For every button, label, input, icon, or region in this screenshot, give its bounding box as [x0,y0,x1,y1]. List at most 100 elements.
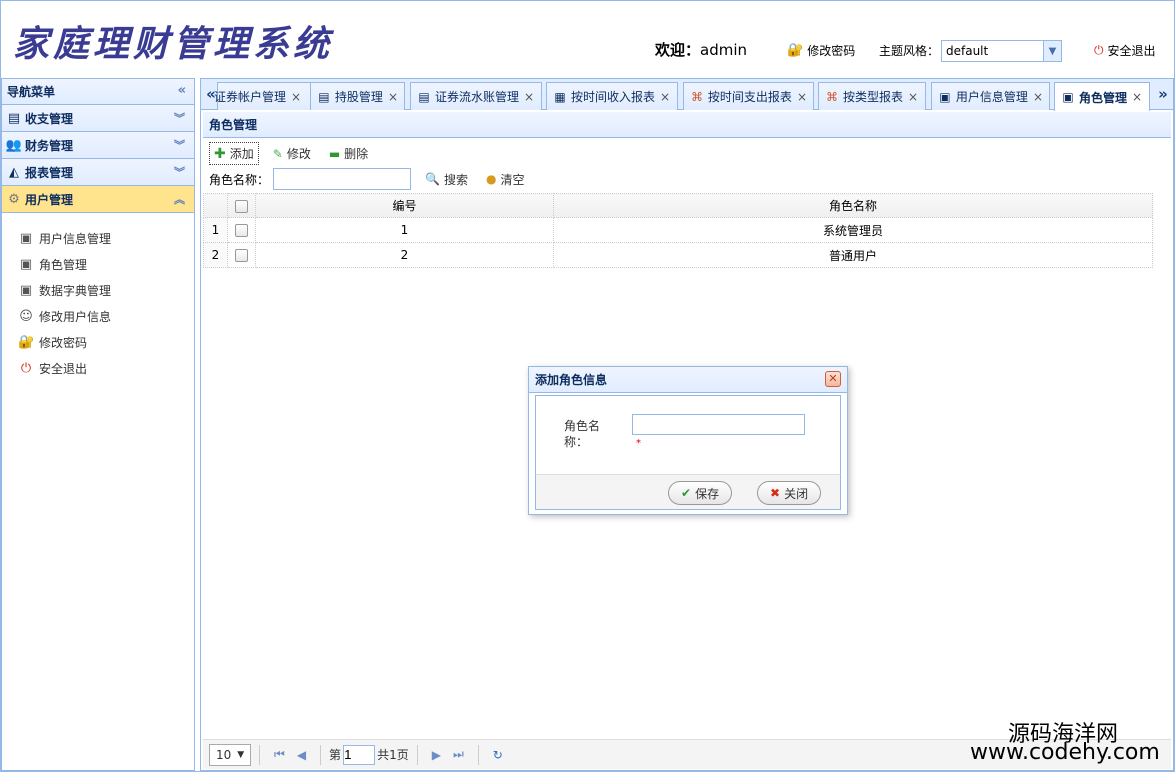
expand-icon[interactable]: ︾ [174,164,185,180]
close-icon[interactable]: × [1033,90,1043,104]
separator [477,744,479,765]
refresh-icon[interactable]: ↻ [493,748,503,762]
tab-user-info[interactable]: ▣ 用户信息管理 × [931,82,1050,110]
header: 家庭理财管理系统 欢迎：admin 🔐 修改密码 主题风格： default ▼… [1,1,1174,77]
watermark-line2: www.codehy.com [970,740,1160,765]
close-icon[interactable]: × [524,90,534,104]
change-password-link[interactable]: 🔐 修改密码 [787,42,855,59]
role-name-search-input[interactable] [273,168,412,190]
cell-role-name: 系统管理员 [553,217,1153,243]
tab-holdings[interactable]: ▤ 持股管理 × [310,82,405,110]
hierarchy-icon: ⌘ [690,89,703,104]
sidebar-item-label: 用户信息管理 [39,231,112,246]
data-grid: 编号 角色名称 1 1 系统管理员 2 2 普通用户 [203,193,1171,268]
close-icon[interactable]: × [291,90,301,104]
sidebar-item-label: 修改用户信息 [39,309,112,324]
form-icon: ▣ [19,256,33,272]
tab-bar: « 证券帐户管理 × ▤ 持股管理 × ▤ 证券流水账管理 × ▦ 按时间收入报表 × ⌘ 按时… [201,79,1173,111]
add-button[interactable]: ✚ 添加 [209,142,259,165]
tab-label: 按类型报表 [843,90,904,104]
change-password-label: 修改密码 [807,44,856,58]
form-icon: ▣ [19,230,33,246]
close-button[interactable]: ✖ 关闭 [757,481,822,505]
section-label: 报表管理 [25,165,74,180]
sidebar-item-dictionary[interactable]: ▣ 数据字典管理 [2,277,194,303]
sidebar-item-roles[interactable]: ▣ 角色管理 [2,251,194,277]
first-page-icon[interactable]: ⏮ [274,747,285,762]
key-icon: 🔐 [787,43,804,58]
page-size-select[interactable]: 10 ▼ [209,743,251,766]
edit-button[interactable]: ✎ 修改 [269,143,315,164]
chevron-down-icon[interactable]: ▼ [1043,41,1061,61]
user-edit-icon: ☺ [19,308,33,324]
sidebar-item-user-info[interactable]: ▣ 用户信息管理 [2,225,194,251]
pencil-icon: ✎ [272,146,283,161]
delete-button[interactable]: ▬ 删除 [325,143,372,164]
tab-income-by-time[interactable]: ▦ 按时间收入报表 × [546,82,678,110]
cell-id: 2 [255,242,554,268]
sidebar-item-change-password[interactable]: 🔐 修改密码 [2,329,194,355]
users-icon: 👥 [5,137,23,153]
close-icon[interactable]: × [388,90,398,104]
table-row[interactable]: 2 2 普通用户 [203,242,1153,268]
gear-icon: ⚙ [8,191,20,207]
save-label: 保存 [695,486,720,501]
document-icon: ▤ [418,89,430,104]
toolbar: ✚ 添加 ✎ 修改 ▬ 删除 [209,142,382,165]
tab-expense-by-time[interactable]: ⌘ 按时间支出报表 × [683,82,814,110]
cancel-icon: ✖ [770,486,781,500]
tab-label: 证券帐户管理 [214,90,287,104]
welcome-text: 欢迎：admin [655,39,747,60]
tab-by-type-report[interactable]: ⌘ 按类型报表 × [818,82,926,110]
sidebar-section-income[interactable]: ▤ 收支管理 ︾ [2,105,194,132]
role-name-input[interactable] [632,414,805,435]
sidebar-item-label: 修改密码 [39,335,88,350]
delete-label: 删除 [344,147,369,161]
clear-button-label: 清空 [500,172,525,187]
sidebar-item-edit-user[interactable]: ☺ 修改用户信息 [2,303,194,329]
close-icon[interactable]: × [1132,90,1142,104]
sidebar-section-users[interactable]: ⚙ 用户管理 ︽ [2,186,194,213]
row-checkbox[interactable] [235,224,248,237]
close-icon[interactable]: × [908,90,918,104]
close-icon[interactable]: × [660,90,670,104]
theme-select[interactable]: default ▼ [941,40,1062,62]
column-header-id[interactable]: 编号 [255,193,554,218]
next-page-icon[interactable]: ▶ [432,748,441,762]
logout-link[interactable]: ⏻ 安全退出 [1094,42,1156,59]
column-header-role-name[interactable]: 角色名称 [553,193,1153,218]
page-number-input[interactable] [343,744,376,765]
separator [259,744,260,765]
close-icon[interactable]: × [797,90,807,104]
sidebar-section-reports[interactable]: ◭ 报表管理 ︾ [2,159,194,186]
search-button[interactable]: 🔍 搜索 [421,169,472,190]
dialog-body: 角色名称： * [535,395,841,475]
role-name-label: 角色名称： [564,419,601,449]
scroll-right-icon[interactable]: » [1155,83,1171,107]
row-checkbox[interactable] [235,249,248,262]
sidebar-item-logout[interactable]: ⏻ 安全退出 [2,355,194,381]
expand-icon[interactable]: ︾ [174,137,185,153]
form-icon: ▣ [19,282,33,298]
sidebar-section-finance[interactable]: 👥 财务管理 ︾ [2,132,194,159]
close-icon[interactable]: ✕ [825,371,841,387]
select-all-checkbox[interactable] [235,199,248,213]
collapse-icon[interactable]: ︽ [174,191,185,207]
caret-down-icon: ▼ [237,749,245,760]
prev-page-icon[interactable]: ◀ [297,748,306,762]
hierarchy-icon: ⌘ [826,89,838,104]
table-row[interactable]: 1 1 系统管理员 [203,217,1153,243]
panel-title: 角色管理 [203,112,1171,138]
collapse-left-icon[interactable]: « [178,83,186,98]
tab-securities-journal[interactable]: ▤ 证券流水账管理 × [410,82,542,110]
clear-button[interactable]: ● 清空 [482,169,529,190]
sidebar-item-label: 安全退出 [39,361,88,376]
rownum-header [203,193,228,218]
expand-icon[interactable]: ︾ [174,110,185,126]
tab-roles[interactable]: ▣ 角色管理 × [1054,82,1150,111]
save-button[interactable]: ✔ 保存 [668,481,733,505]
row-number: 2 [203,242,228,268]
username: admin [700,41,748,59]
last-page-icon[interactable]: ⏭ [453,747,464,762]
logout-label: 安全退出 [1107,44,1156,58]
